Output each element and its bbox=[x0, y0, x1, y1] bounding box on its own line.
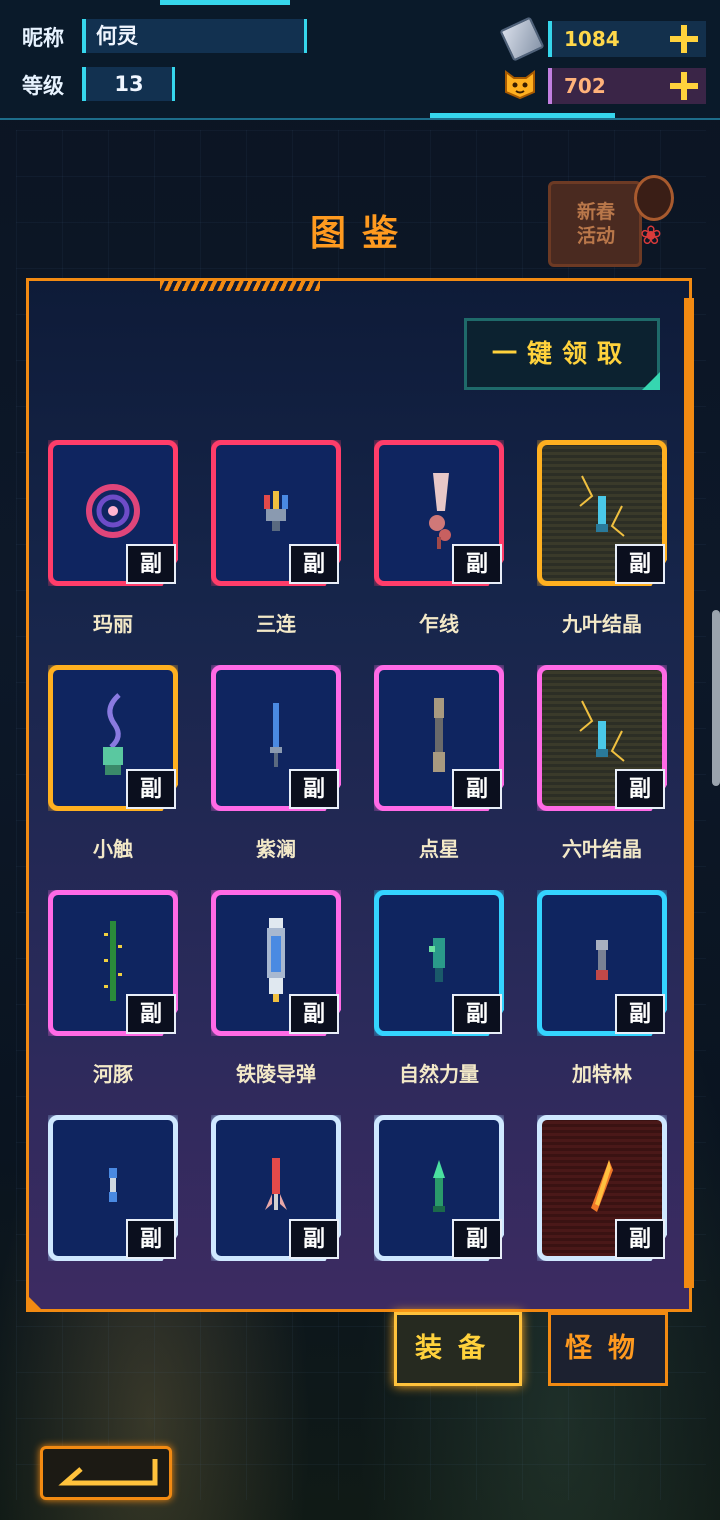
new-year-event-button[interactable]: 新春 活动 ❀ bbox=[548, 175, 674, 270]
flower-icon: ❀ bbox=[640, 221, 662, 251]
level-label: 等级 bbox=[22, 74, 64, 98]
item-card[interactable]: 副 bbox=[374, 1115, 504, 1261]
cat-coin-icon bbox=[505, 70, 535, 100]
staff-icon bbox=[429, 696, 449, 780]
item-card[interactable]: 副 bbox=[537, 1115, 667, 1261]
level-field: 13 bbox=[82, 67, 175, 101]
item-card[interactable]: 副 bbox=[537, 890, 667, 1036]
spike-rod-icon bbox=[101, 919, 125, 1007]
secondary-badge: 副 bbox=[126, 994, 176, 1034]
secondary-badge: 副 bbox=[615, 544, 665, 584]
panel-right-stripe bbox=[684, 298, 694, 1288]
item-card[interactable]: 副 bbox=[211, 890, 341, 1036]
secondary-badge: 副 bbox=[452, 994, 502, 1034]
item-name: 点星 bbox=[419, 837, 459, 861]
item-name: 河豚 bbox=[93, 1062, 133, 1086]
bottom-accent-line bbox=[430, 113, 615, 118]
item-name: 自然力量 bbox=[399, 1062, 479, 1086]
item-name: 玛丽 bbox=[93, 612, 133, 636]
item-name: 加特林 bbox=[572, 1062, 632, 1086]
tab-equipment[interactable]: 装备 bbox=[394, 1312, 522, 1386]
item-card[interactable]: 副 bbox=[48, 440, 178, 586]
top-accent-line bbox=[160, 0, 290, 5]
secondary-badge: 副 bbox=[615, 994, 665, 1034]
secondary-badge: 副 bbox=[615, 1219, 665, 1259]
secondary-badge: 副 bbox=[452, 544, 502, 584]
top-bar: 昵称 何灵 等级 13 1084 702 bbox=[0, 0, 720, 120]
ticket-amount: 1084 bbox=[564, 27, 620, 51]
item-name: 六叶结晶 bbox=[562, 837, 642, 861]
blade-icon bbox=[266, 701, 286, 775]
claim-all-button[interactable]: 一键领取 bbox=[464, 318, 660, 390]
claw-weapon-icon bbox=[419, 471, 459, 555]
scrollbar[interactable] bbox=[712, 610, 720, 786]
item-card[interactable]: 副 bbox=[211, 665, 341, 811]
secondary-badge: 副 bbox=[615, 769, 665, 809]
ticket-currency: 1084 bbox=[548, 21, 706, 57]
secondary-badge: 副 bbox=[126, 1219, 176, 1259]
item-card[interactable]: 副 bbox=[537, 665, 667, 811]
secondary-badge: 副 bbox=[289, 769, 339, 809]
back-button[interactable] bbox=[40, 1446, 172, 1500]
add-cat-coin-button[interactable] bbox=[670, 72, 698, 100]
item-card[interactable]: 副 bbox=[537, 440, 667, 586]
green-dart-icon bbox=[427, 1158, 451, 1218]
item-name: 紫澜 bbox=[256, 837, 296, 861]
event-label: 新春 活动 bbox=[576, 201, 615, 247]
item-name: 乍线 bbox=[419, 612, 459, 636]
item-card[interactable]: 副 bbox=[211, 440, 341, 586]
item-card[interactable]: 副 bbox=[374, 665, 504, 811]
nickname-label: 昵称 bbox=[22, 26, 64, 50]
cat-coin-currency: 702 bbox=[548, 68, 706, 104]
item-card[interactable]: 副 bbox=[48, 890, 178, 1036]
panel-corner bbox=[26, 1294, 44, 1312]
tab-monsters[interactable]: 怪物 bbox=[548, 1312, 668, 1386]
panel-top-stripe bbox=[160, 281, 320, 291]
cat-coin-amount: 702 bbox=[564, 74, 606, 98]
flame-icon bbox=[587, 1156, 617, 1220]
item-name: 九叶结晶 bbox=[562, 612, 642, 636]
ticket-icon bbox=[499, 16, 545, 62]
event-board: 新春 活动 bbox=[548, 181, 642, 267]
item-card[interactable]: 副 bbox=[374, 440, 504, 586]
secondary-badge: 副 bbox=[289, 1219, 339, 1259]
secondary-badge: 副 bbox=[289, 544, 339, 584]
item-card[interactable]: 副 bbox=[48, 665, 178, 811]
rocket-icon bbox=[261, 1156, 291, 1220]
item-name: 铁陵导弹 bbox=[236, 1062, 316, 1086]
nature-gun-icon bbox=[427, 936, 451, 990]
secondary-badge: 副 bbox=[289, 994, 339, 1034]
back-arrow-icon bbox=[58, 1459, 158, 1486]
page-title: 图鉴 bbox=[310, 213, 415, 254]
triple-cannon-icon bbox=[256, 489, 296, 537]
missile-icon bbox=[261, 916, 291, 1010]
small-cannon-icon bbox=[106, 1166, 120, 1210]
item-card[interactable]: 副 bbox=[48, 1115, 178, 1261]
vortex-icon bbox=[85, 483, 141, 543]
item-card[interactable]: 副 bbox=[211, 1115, 341, 1261]
secondary-badge: 副 bbox=[452, 769, 502, 809]
nickname-field: 何灵 bbox=[82, 19, 307, 53]
item-name: 小触 bbox=[93, 837, 133, 861]
lantern-icon bbox=[634, 175, 674, 221]
gatling-icon bbox=[592, 938, 612, 988]
item-card[interactable]: 副 bbox=[374, 890, 504, 1036]
secondary-badge: 副 bbox=[126, 769, 176, 809]
secondary-badge: 副 bbox=[452, 1219, 502, 1259]
add-ticket-button[interactable] bbox=[670, 25, 698, 53]
secondary-badge: 副 bbox=[126, 544, 176, 584]
item-name: 三连 bbox=[256, 612, 296, 636]
